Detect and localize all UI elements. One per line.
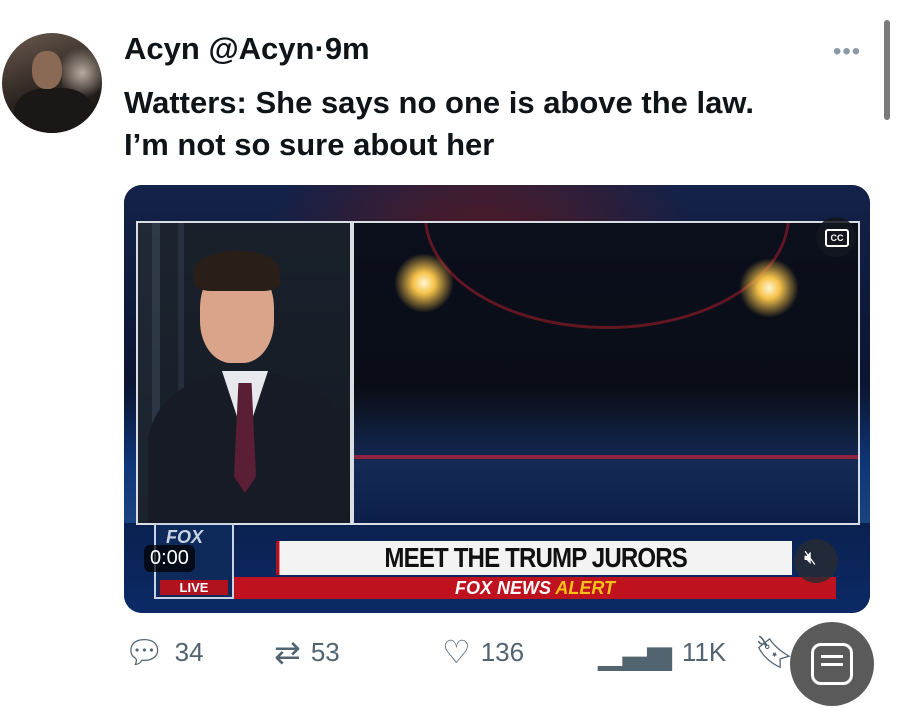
views-button[interactable]: ▁▃▅ 11K [598,630,726,674]
reply-button[interactable]: 💬︎ 34 [124,630,204,674]
studio-arc [424,223,790,329]
studio-video-panel [352,221,860,525]
scan-text-icon [811,643,853,685]
like-button[interactable]: ♡ 136 [442,630,524,674]
retweet-count: 53 [310,636,340,667]
alert-network: FOX NEWS [454,578,551,598]
closed-captions-button[interactable]: CC [816,217,856,257]
heart-icon: ♡ [442,634,471,670]
volume-muted-icon: 🔇︎ [804,547,817,569]
tweet-text-line-1: Watters: She says no one is above the la… [124,85,754,120]
avatar-body [14,88,94,133]
views-icon: ▁▃▅ [598,634,672,670]
screen-search-button[interactable] [790,622,874,706]
profile-avatar[interactable] [2,33,102,133]
alert-label: ALERT [555,578,616,598]
live-label: LIVE [160,580,228,595]
host-hair [194,251,280,291]
separator: · [314,31,325,66]
video-time: 0:00 [144,545,195,572]
reply-count: 34 [174,636,204,667]
tweet-actions: 💬︎ 34 ⇄ 53 ♡ 136 ▁▃▅ 11K 🔖︎ [124,630,870,674]
views-count: 11K [681,636,727,667]
mute-button[interactable]: 🔇︎ [794,539,838,583]
closed-captions-icon: CC [825,229,849,247]
handle[interactable]: @Acyn [208,31,314,66]
chyron-headline: MEET THE TRUMP JURORS [276,541,792,575]
tweet-text: Watters: She says no one is above the la… [124,82,754,166]
video-player[interactable]: CC FOX LIVE 0:00 MEET THE TRUMP JURORS F… [124,185,870,613]
alert-bar: FOX NEWS ALERT [234,577,836,599]
studio-light-left [394,253,454,313]
studio-floor-line [354,455,858,459]
avatar-head [32,51,62,89]
more-icon[interactable]: ••• [833,38,861,66]
display-name[interactable]: Acyn [124,31,200,66]
scrollbar[interactable] [884,20,890,120]
host-video-panel [136,221,352,525]
retweet-button[interactable]: ⇄ 53 [274,630,340,674]
studio-light-right [739,258,799,318]
timestamp[interactable]: 9m [325,31,370,66]
like-count: 136 [480,636,525,667]
bookmark-icon: 🔖︎ [754,634,795,670]
retweet-icon: ⇄ [274,634,301,670]
tweet-text-line-2: I’m not so sure about her [124,127,495,162]
news-lower-third: FOX LIVE 0:00 MEET THE TRUMP JURORS FOX … [144,523,840,599]
tweet-header: Acyn @Acyn·9m [124,31,370,67]
reply-icon: 💬︎ [124,634,165,670]
